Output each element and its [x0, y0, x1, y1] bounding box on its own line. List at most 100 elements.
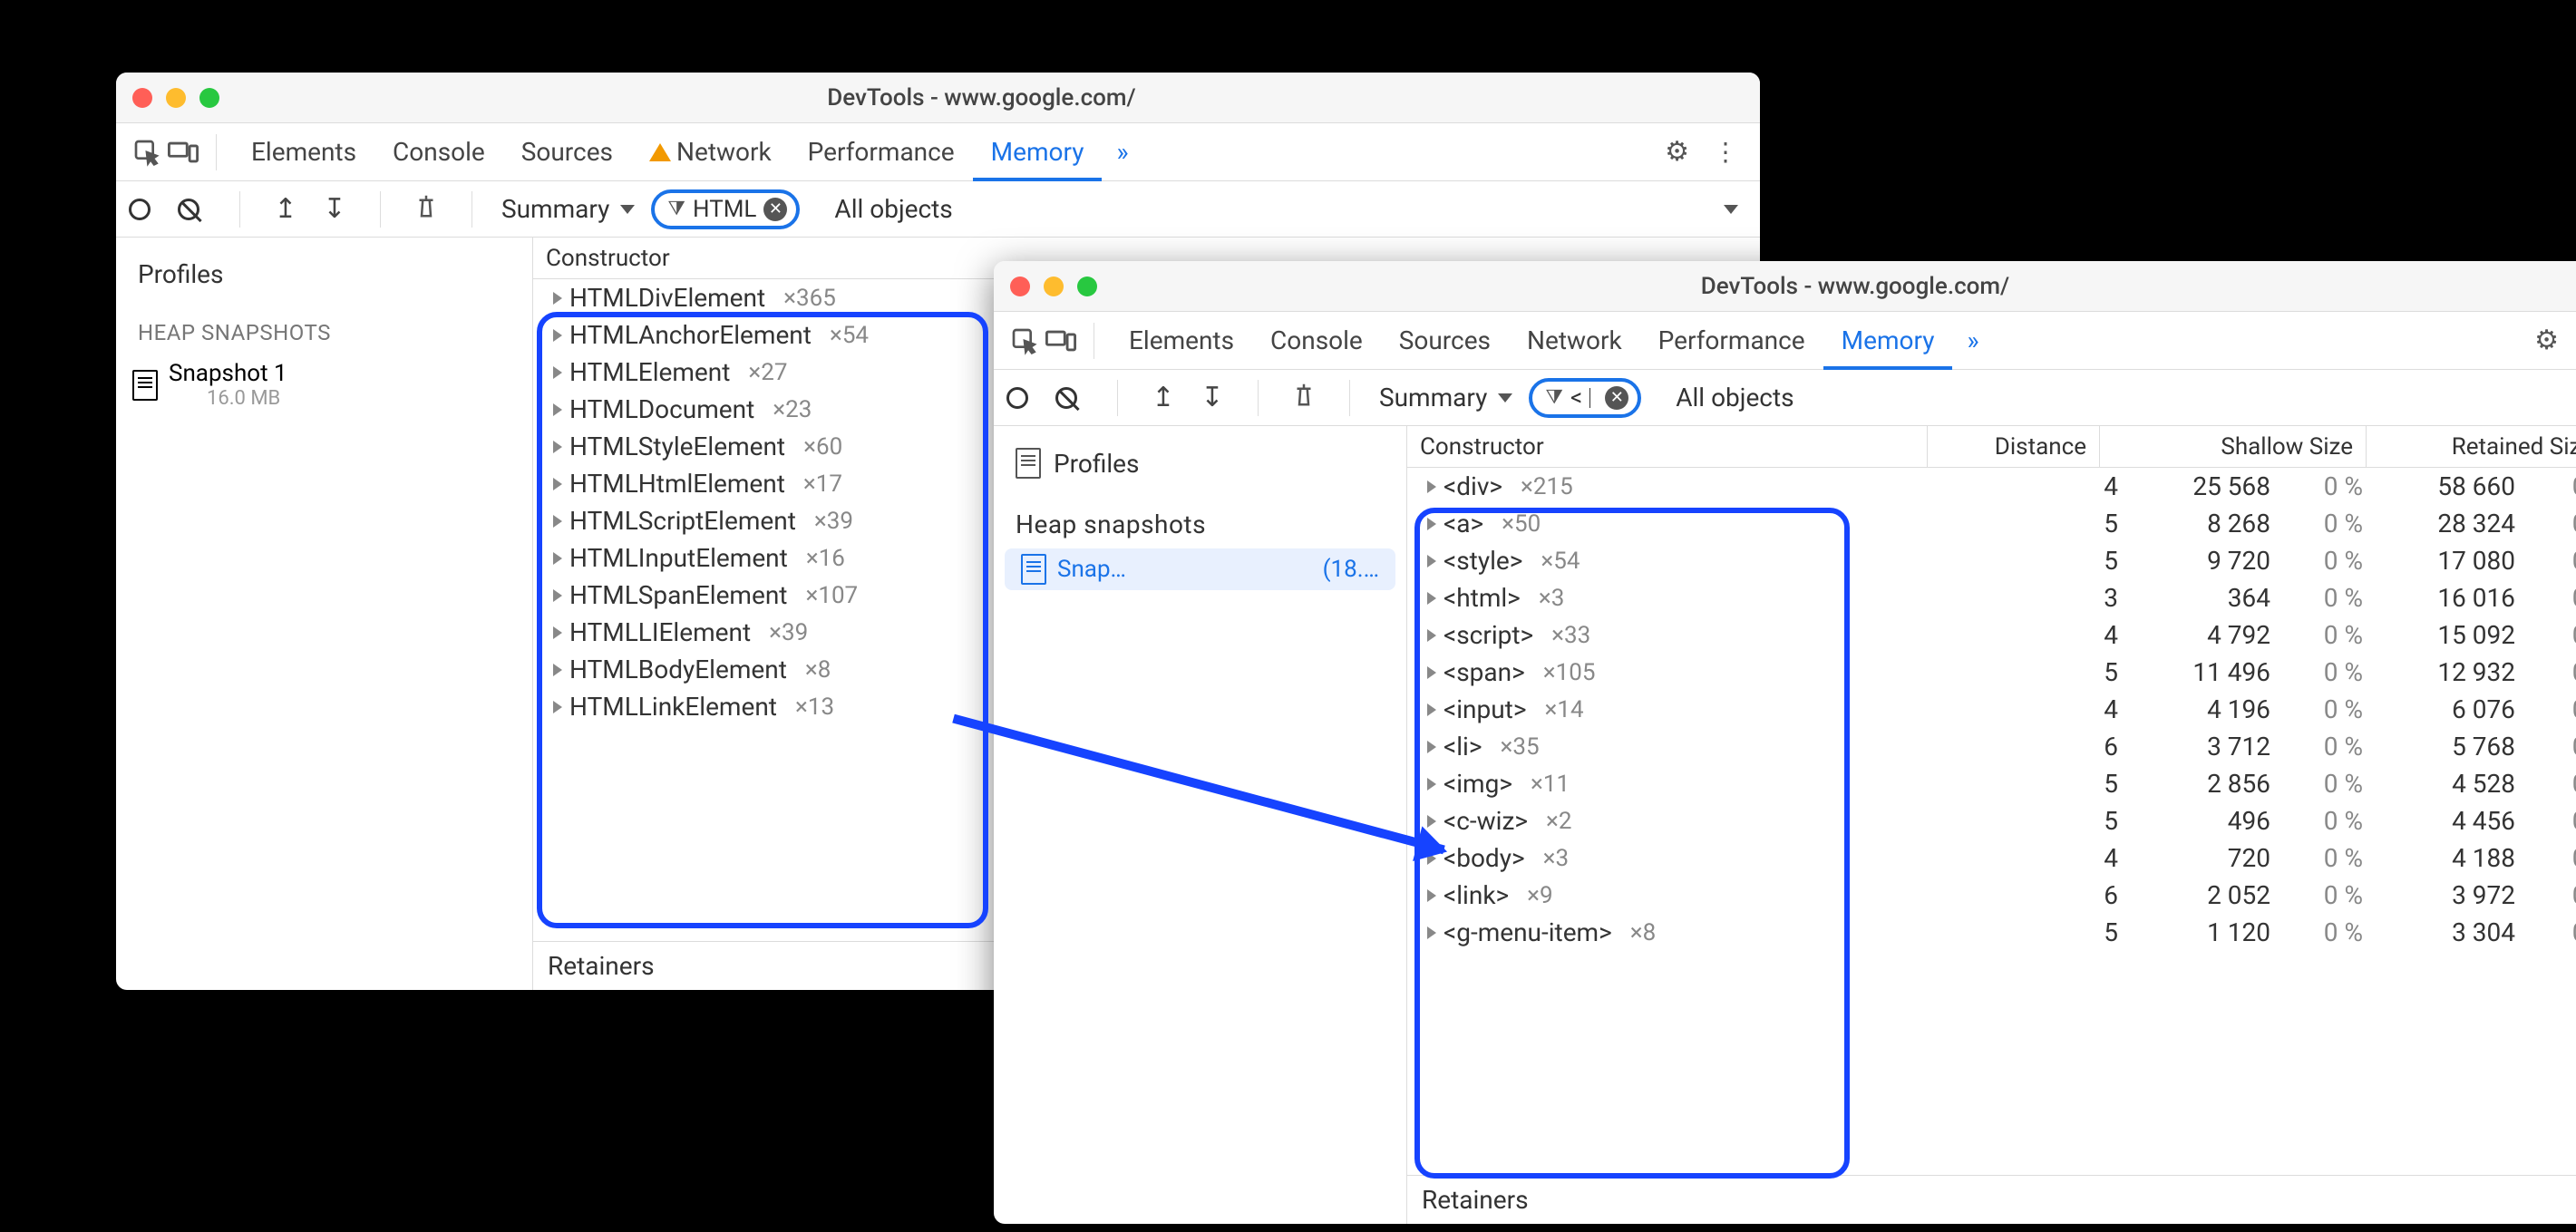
- view-select[interactable]: Summary: [1379, 383, 1512, 412]
- upload-icon[interactable]: ↥: [1147, 382, 1180, 413]
- table-row[interactable]: <input> ×14 4 4 196 0 % 6 076 0 %: [1407, 691, 2576, 728]
- gc-icon[interactable]: [410, 192, 442, 227]
- disclose-icon[interactable]: [553, 478, 562, 490]
- tab-bar: Elements ConsoleSourcesNetworkPerformance…: [994, 312, 2576, 370]
- disclose-icon[interactable]: [553, 552, 562, 565]
- inspect-icon[interactable]: [131, 136, 163, 169]
- table-row[interactable]: <style> ×54 5 9 720 0 % 17 080 0 %: [1407, 542, 2576, 579]
- tab-elements[interactable]: Elements: [233, 123, 374, 181]
- column-retained-size[interactable]: Retained Size: [2367, 426, 2576, 467]
- disclose-icon[interactable]: [553, 292, 562, 305]
- disclose-icon[interactable]: [1427, 555, 1436, 567]
- disclose-icon[interactable]: [553, 366, 562, 379]
- shallow-size-value: 2 052: [2133, 880, 2278, 910]
- disclose-icon[interactable]: [553, 441, 562, 453]
- tab-memory[interactable]: Memory: [1823, 312, 1953, 370]
- device-icon[interactable]: [167, 136, 199, 169]
- disclose-icon[interactable]: [553, 664, 562, 676]
- gear-icon[interactable]: ⚙: [2522, 325, 2571, 356]
- disclose-icon[interactable]: [1427, 926, 1436, 939]
- clear-filter-icon[interactable]: ✕: [763, 198, 787, 221]
- gear-icon[interactable]: ⚙: [1652, 136, 1702, 168]
- column-constructor[interactable]: Constructor: [1407, 426, 1928, 467]
- close-icon[interactable]: [1010, 276, 1030, 296]
- tab-console[interactable]: Console: [374, 123, 503, 181]
- disclose-icon[interactable]: [553, 701, 562, 713]
- download-icon[interactable]: ↧: [1196, 382, 1229, 413]
- disclose-icon[interactable]: [553, 626, 562, 639]
- inspect-icon[interactable]: [1008, 325, 1041, 357]
- disclose-icon[interactable]: [1427, 852, 1436, 865]
- shallow-size-pct: 0 %: [2278, 880, 2377, 910]
- scope-select[interactable]: All objects: [834, 194, 952, 224]
- table-row[interactable]: <li> ×35 6 3 712 0 % 5 768 0 %: [1407, 728, 2576, 765]
- column-shallow-size[interactable]: Shallow Size: [2100, 426, 2367, 467]
- disclose-icon[interactable]: [1427, 778, 1436, 791]
- zoom-icon[interactable]: [1077, 276, 1097, 296]
- tab-network[interactable]: Network: [1509, 312, 1640, 370]
- device-icon[interactable]: [1045, 325, 1077, 357]
- clear-icon[interactable]: [1055, 387, 1088, 409]
- download-icon[interactable]: ↧: [318, 193, 351, 225]
- scope-select[interactable]: All objects: [1676, 383, 1793, 412]
- clear-filter-icon[interactable]: ✕: [1605, 386, 1628, 410]
- disclose-icon[interactable]: [1427, 480, 1436, 493]
- retained-size-pct: 0 %: [2523, 694, 2576, 724]
- tab-performance[interactable]: Performance: [790, 123, 973, 181]
- more-tabs-icon[interactable]: »: [1105, 137, 1139, 167]
- table-row[interactable]: <img> ×11 5 2 856 0 % 4 528 0 %: [1407, 765, 2576, 802]
- devtools-window-2: DevTools - www.google.com/ ElementsConso…: [994, 261, 2576, 1224]
- tab-performance[interactable]: Performance: [1640, 312, 1823, 370]
- table-row[interactable]: <span> ×105 5 11 496 0 % 12 932 0 %: [1407, 654, 2576, 691]
- disclose-icon[interactable]: [1427, 592, 1436, 605]
- kebab-icon[interactable]: ⋮: [1706, 137, 1745, 167]
- retained-size-value: 17 080: [2377, 546, 2523, 576]
- disclose-icon[interactable]: [1427, 703, 1436, 716]
- tab-sources[interactable]: Sources: [503, 123, 631, 181]
- column-distance[interactable]: Distance: [1928, 426, 2100, 467]
- view-select-label: Summary: [501, 194, 609, 224]
- table-row[interactable]: <body> ×3 4 720 0 % 4 188 0 %: [1407, 839, 2576, 877]
- tab-label: Elements: [1129, 325, 1234, 355]
- table-row[interactable]: <div> ×215 4 25 568 0 % 58 660 0 %: [1407, 468, 2576, 505]
- zoom-icon[interactable]: [199, 88, 219, 108]
- disclose-icon[interactable]: [1427, 889, 1436, 902]
- tab-elements[interactable]: Elements: [1111, 312, 1252, 370]
- instance-count: ×60: [792, 433, 842, 461]
- table-row[interactable]: <script> ×33 4 4 792 0 % 15 092 0 %: [1407, 616, 2576, 654]
- minimize-icon[interactable]: [1044, 276, 1064, 296]
- table-row[interactable]: <html> ×3 3 364 0 % 16 016 0 %: [1407, 579, 2576, 616]
- tab-memory[interactable]: Memory: [973, 123, 1103, 181]
- disclose-icon[interactable]: [553, 329, 562, 342]
- upload-icon[interactable]: ↥: [269, 193, 302, 225]
- shallow-size-pct: 0 %: [2278, 769, 2377, 799]
- table-row[interactable]: <c-wiz> ×2 5 496 0 % 4 456 0 %: [1407, 802, 2576, 839]
- tab-network[interactable]: Network: [631, 123, 790, 181]
- disclose-icon[interactable]: [1427, 815, 1436, 828]
- view-select[interactable]: Summary: [501, 194, 635, 224]
- class-filter-input[interactable]: ⧩ HTML ✕: [651, 189, 800, 229]
- gc-icon[interactable]: [1288, 381, 1320, 415]
- snapshot-item[interactable]: Snapshot 1 16.0 MB: [116, 354, 532, 415]
- tab-console[interactable]: Console: [1252, 312, 1381, 370]
- close-icon[interactable]: [132, 88, 152, 108]
- disclose-icon[interactable]: [553, 403, 562, 416]
- disclose-icon[interactable]: [1427, 629, 1436, 642]
- disclose-icon[interactable]: [553, 589, 562, 602]
- table-row[interactable]: <a> ×50 5 8 268 0 % 28 324 0 %: [1407, 505, 2576, 542]
- clear-icon[interactable]: [178, 199, 210, 220]
- record-icon[interactable]: [1006, 387, 1039, 409]
- table-row[interactable]: <g-menu-item> ×8 5 1 120 0 % 3 304 0 %: [1407, 914, 2576, 951]
- tab-sources[interactable]: Sources: [1381, 312, 1509, 370]
- record-icon[interactable]: [129, 199, 161, 220]
- disclose-icon[interactable]: [1427, 518, 1436, 530]
- table-row[interactable]: <link> ×9 6 2 052 0 % 3 972 0 %: [1407, 877, 2576, 914]
- disclose-icon[interactable]: [1427, 741, 1436, 753]
- disclose-icon[interactable]: [553, 515, 562, 528]
- disclose-icon[interactable]: [1427, 666, 1436, 679]
- more-tabs-icon[interactable]: »: [1956, 325, 1989, 355]
- snapshot-item[interactable]: Snap… (18.…: [1005, 548, 1395, 590]
- class-filter-input[interactable]: ⧩ < ✕: [1529, 378, 1641, 418]
- retainers-pane-title[interactable]: Retainers: [1407, 1175, 2576, 1224]
- minimize-icon[interactable]: [166, 88, 186, 108]
